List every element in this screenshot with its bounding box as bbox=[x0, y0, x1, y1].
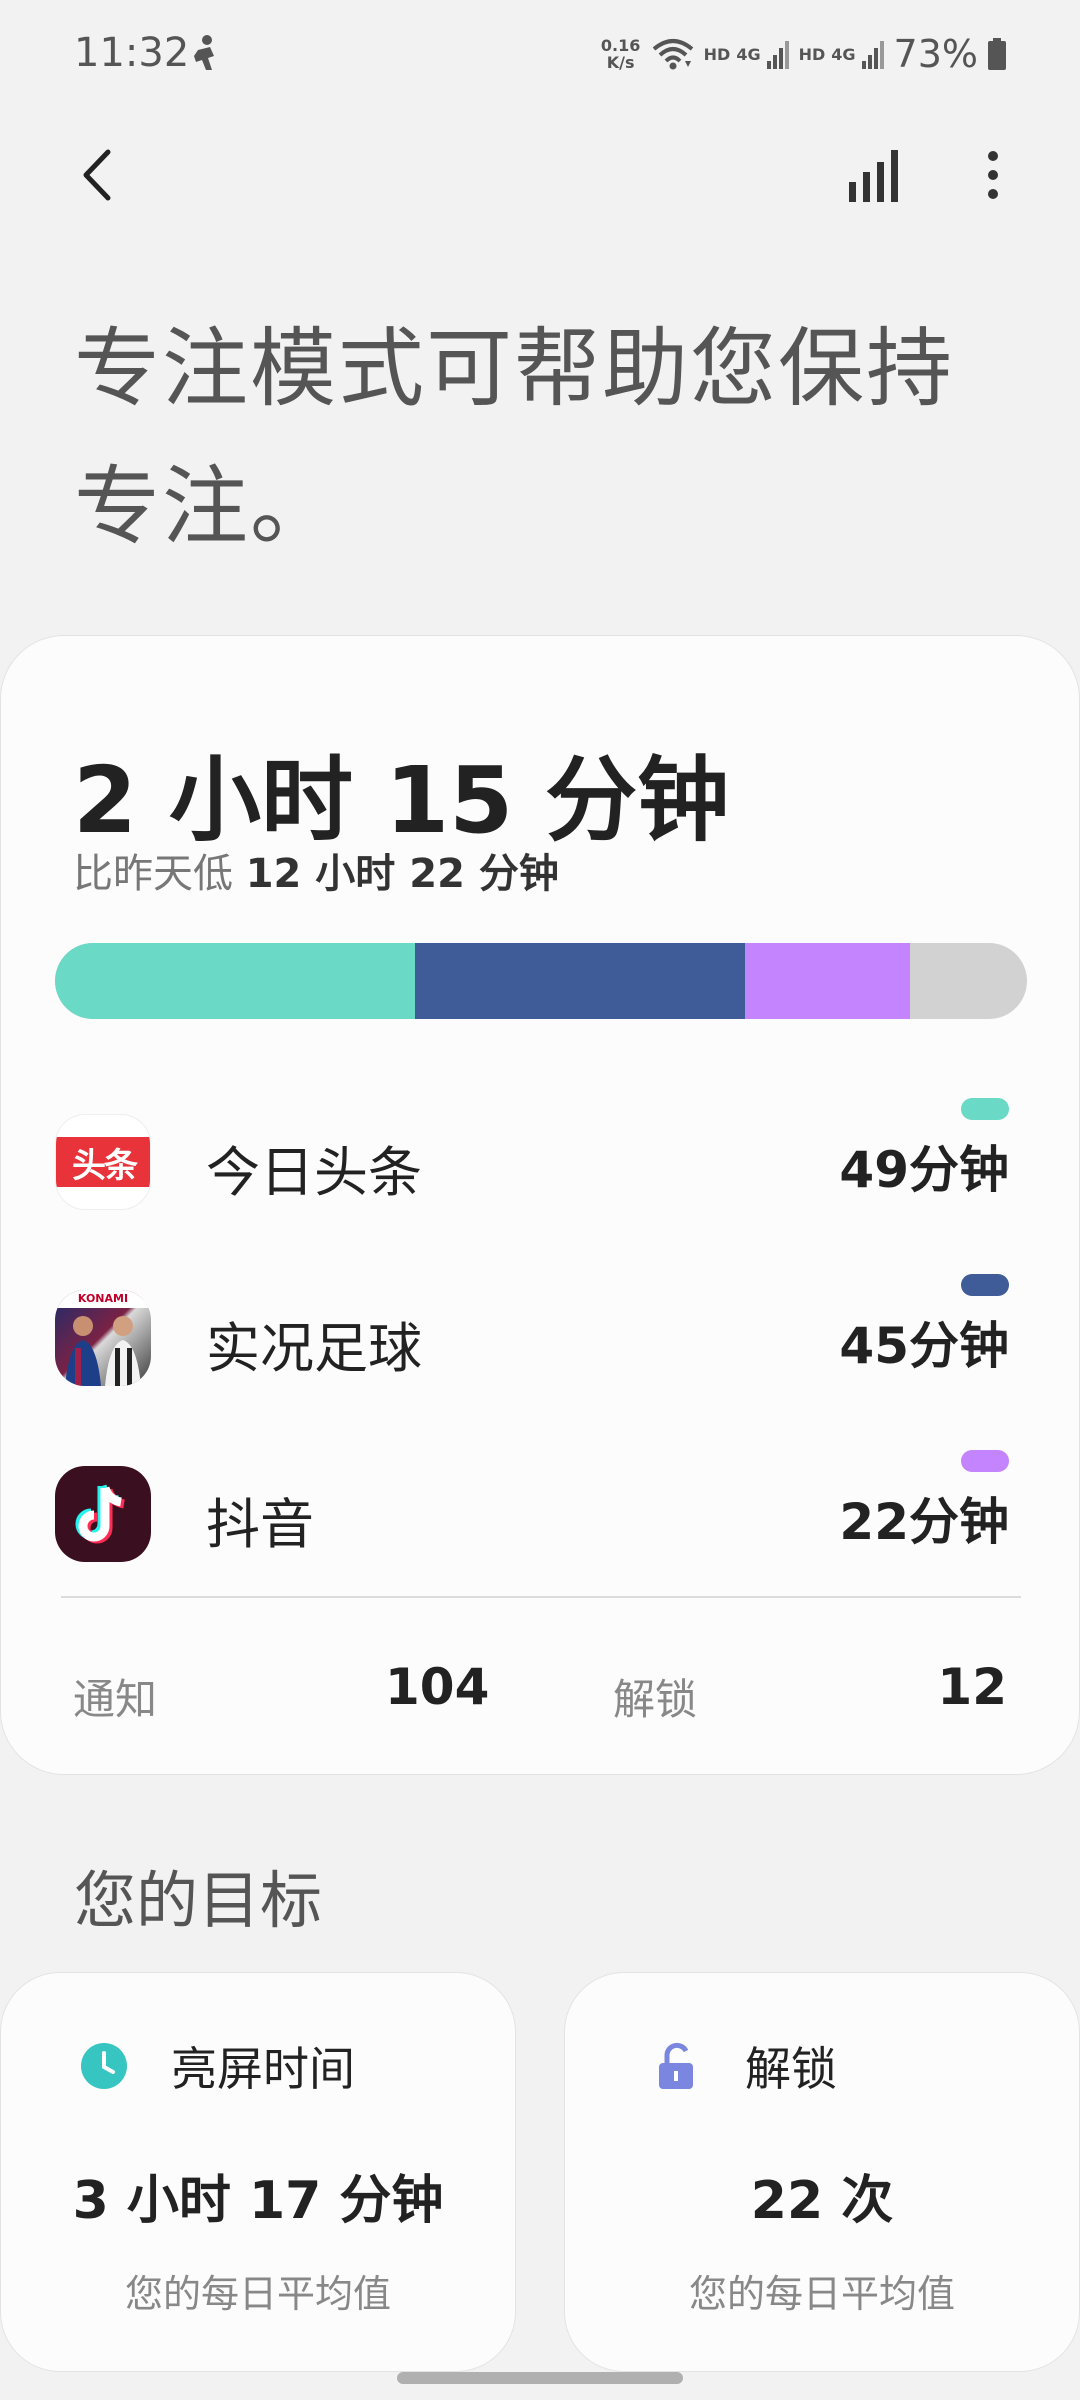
goal-card-unlocks[interactable]: 解锁 22 次 您的每日平均值 bbox=[564, 1972, 1080, 2372]
status-icons: 0.16 K/s HD 4G HD 4G 73% bbox=[600, 26, 1006, 82]
notifications-count: 104 bbox=[385, 1658, 490, 1716]
douyin-icon bbox=[55, 1466, 151, 1562]
app-usage-time: 49分钟 bbox=[839, 1141, 1009, 1199]
konami-logo: KONAMI bbox=[55, 1290, 151, 1308]
network-type-2: 4G bbox=[831, 44, 856, 64]
goal-label: 解锁 bbox=[745, 2042, 837, 2096]
card-divider bbox=[61, 1596, 1021, 1598]
clock-icon bbox=[81, 2043, 127, 2089]
goal-label: 亮屏时间 bbox=[171, 2042, 355, 2096]
app-color-dot bbox=[961, 1450, 1009, 1472]
efootball-icon: KONAMI bbox=[55, 1290, 151, 1386]
network-speed: 0.16 K/s bbox=[600, 37, 642, 71]
gesture-nav-handle[interactable] bbox=[397, 2372, 683, 2384]
app-color-dot bbox=[961, 1274, 1009, 1296]
network-type-1: 4G bbox=[736, 44, 761, 64]
goals-title: 您的目标 bbox=[74, 1864, 323, 1937]
usage-card[interactable]: 2 小时 15 分钟 比昨天低 12 小时 22 分钟 头条 今日头条 49分钟… bbox=[0, 635, 1080, 1775]
status-bar: 11:32 0.16 K/s HD 4G HD 4G 73% bbox=[0, 0, 1080, 110]
goal-value: 3 小时 17 分钟 bbox=[72, 2171, 444, 2231]
toolbar bbox=[0, 130, 1080, 220]
stats-icon[interactable] bbox=[840, 140, 910, 210]
comparison-value: 12 小时 22 分钟 bbox=[245, 851, 559, 897]
hd-badge-1: HD bbox=[703, 44, 731, 64]
activity-icon bbox=[194, 35, 214, 70]
wifi-icon bbox=[652, 39, 693, 70]
comparison-prefix: 比昨天低 bbox=[73, 851, 246, 897]
comparison-text: 比昨天低 12 小时 22 分钟 bbox=[73, 841, 559, 899]
usage-bar-segment-toutiao bbox=[55, 943, 415, 1019]
goal-card-screen-time[interactable]: 亮屏时间 3 小时 17 分钟 您的每日平均值 bbox=[0, 1972, 516, 2372]
signal-icon-2 bbox=[861, 41, 884, 69]
goal-header: 亮屏时间 bbox=[79, 2033, 355, 2099]
usage-breakdown-bar bbox=[55, 943, 1027, 1019]
back-button[interactable] bbox=[64, 140, 134, 210]
hd-badge-2: HD bbox=[798, 44, 826, 64]
toutiao-icon-text: 头条 bbox=[56, 1137, 150, 1187]
app-usage-time: 45分钟 bbox=[839, 1317, 1009, 1375]
page-headline: 专注模式可帮助您保持专注。 bbox=[74, 319, 954, 557]
signal-icon-1 bbox=[766, 41, 789, 69]
app-row-efootball[interactable]: KONAMI 实况足球 45分钟 bbox=[1, 1262, 1080, 1412]
players-graphic bbox=[65, 1316, 141, 1386]
goal-header: 解锁 bbox=[653, 2033, 837, 2099]
notifications-label: 通知 bbox=[73, 1675, 158, 1724]
app-color-dot bbox=[961, 1098, 1009, 1120]
app-name: 今日头条 bbox=[206, 1141, 422, 1204]
status-time: 11:32 bbox=[74, 30, 190, 76]
app-name: 抖音 bbox=[206, 1493, 314, 1556]
unlocks-count: 12 bbox=[937, 1658, 1007, 1716]
goal-subtitle: 您的每日平均值 bbox=[688, 2272, 955, 2316]
unlock-icon bbox=[659, 2042, 693, 2089]
app-row-douyin[interactable]: 抖音 22分钟 bbox=[1, 1438, 1080, 1588]
goal-subtitle: 您的每日平均值 bbox=[124, 2272, 391, 2316]
toutiao-icon: 头条 bbox=[55, 1114, 151, 1210]
douyin-note-icon bbox=[75, 1484, 125, 1544]
goal-value: 22 次 bbox=[750, 2171, 894, 2231]
app-row-toutiao[interactable]: 头条 今日头条 49分钟 bbox=[1, 1086, 1080, 1236]
usage-bar-segment-efootball bbox=[414, 943, 746, 1019]
app-usage-time: 22分钟 bbox=[839, 1493, 1009, 1551]
usage-bar-segment-douyin bbox=[745, 943, 911, 1019]
unlocks-label: 解锁 bbox=[613, 1675, 698, 1724]
battery-percent: 73% bbox=[893, 32, 978, 76]
more-options-icon[interactable] bbox=[958, 140, 1028, 210]
network-speed-value: 0.16 bbox=[600, 36, 641, 55]
network-speed-unit: K/s bbox=[606, 53, 635, 72]
battery-icon bbox=[988, 38, 1006, 70]
total-screen-time: 2 小时 15 分钟 bbox=[73, 747, 730, 854]
app-name: 实况足球 bbox=[206, 1317, 422, 1380]
